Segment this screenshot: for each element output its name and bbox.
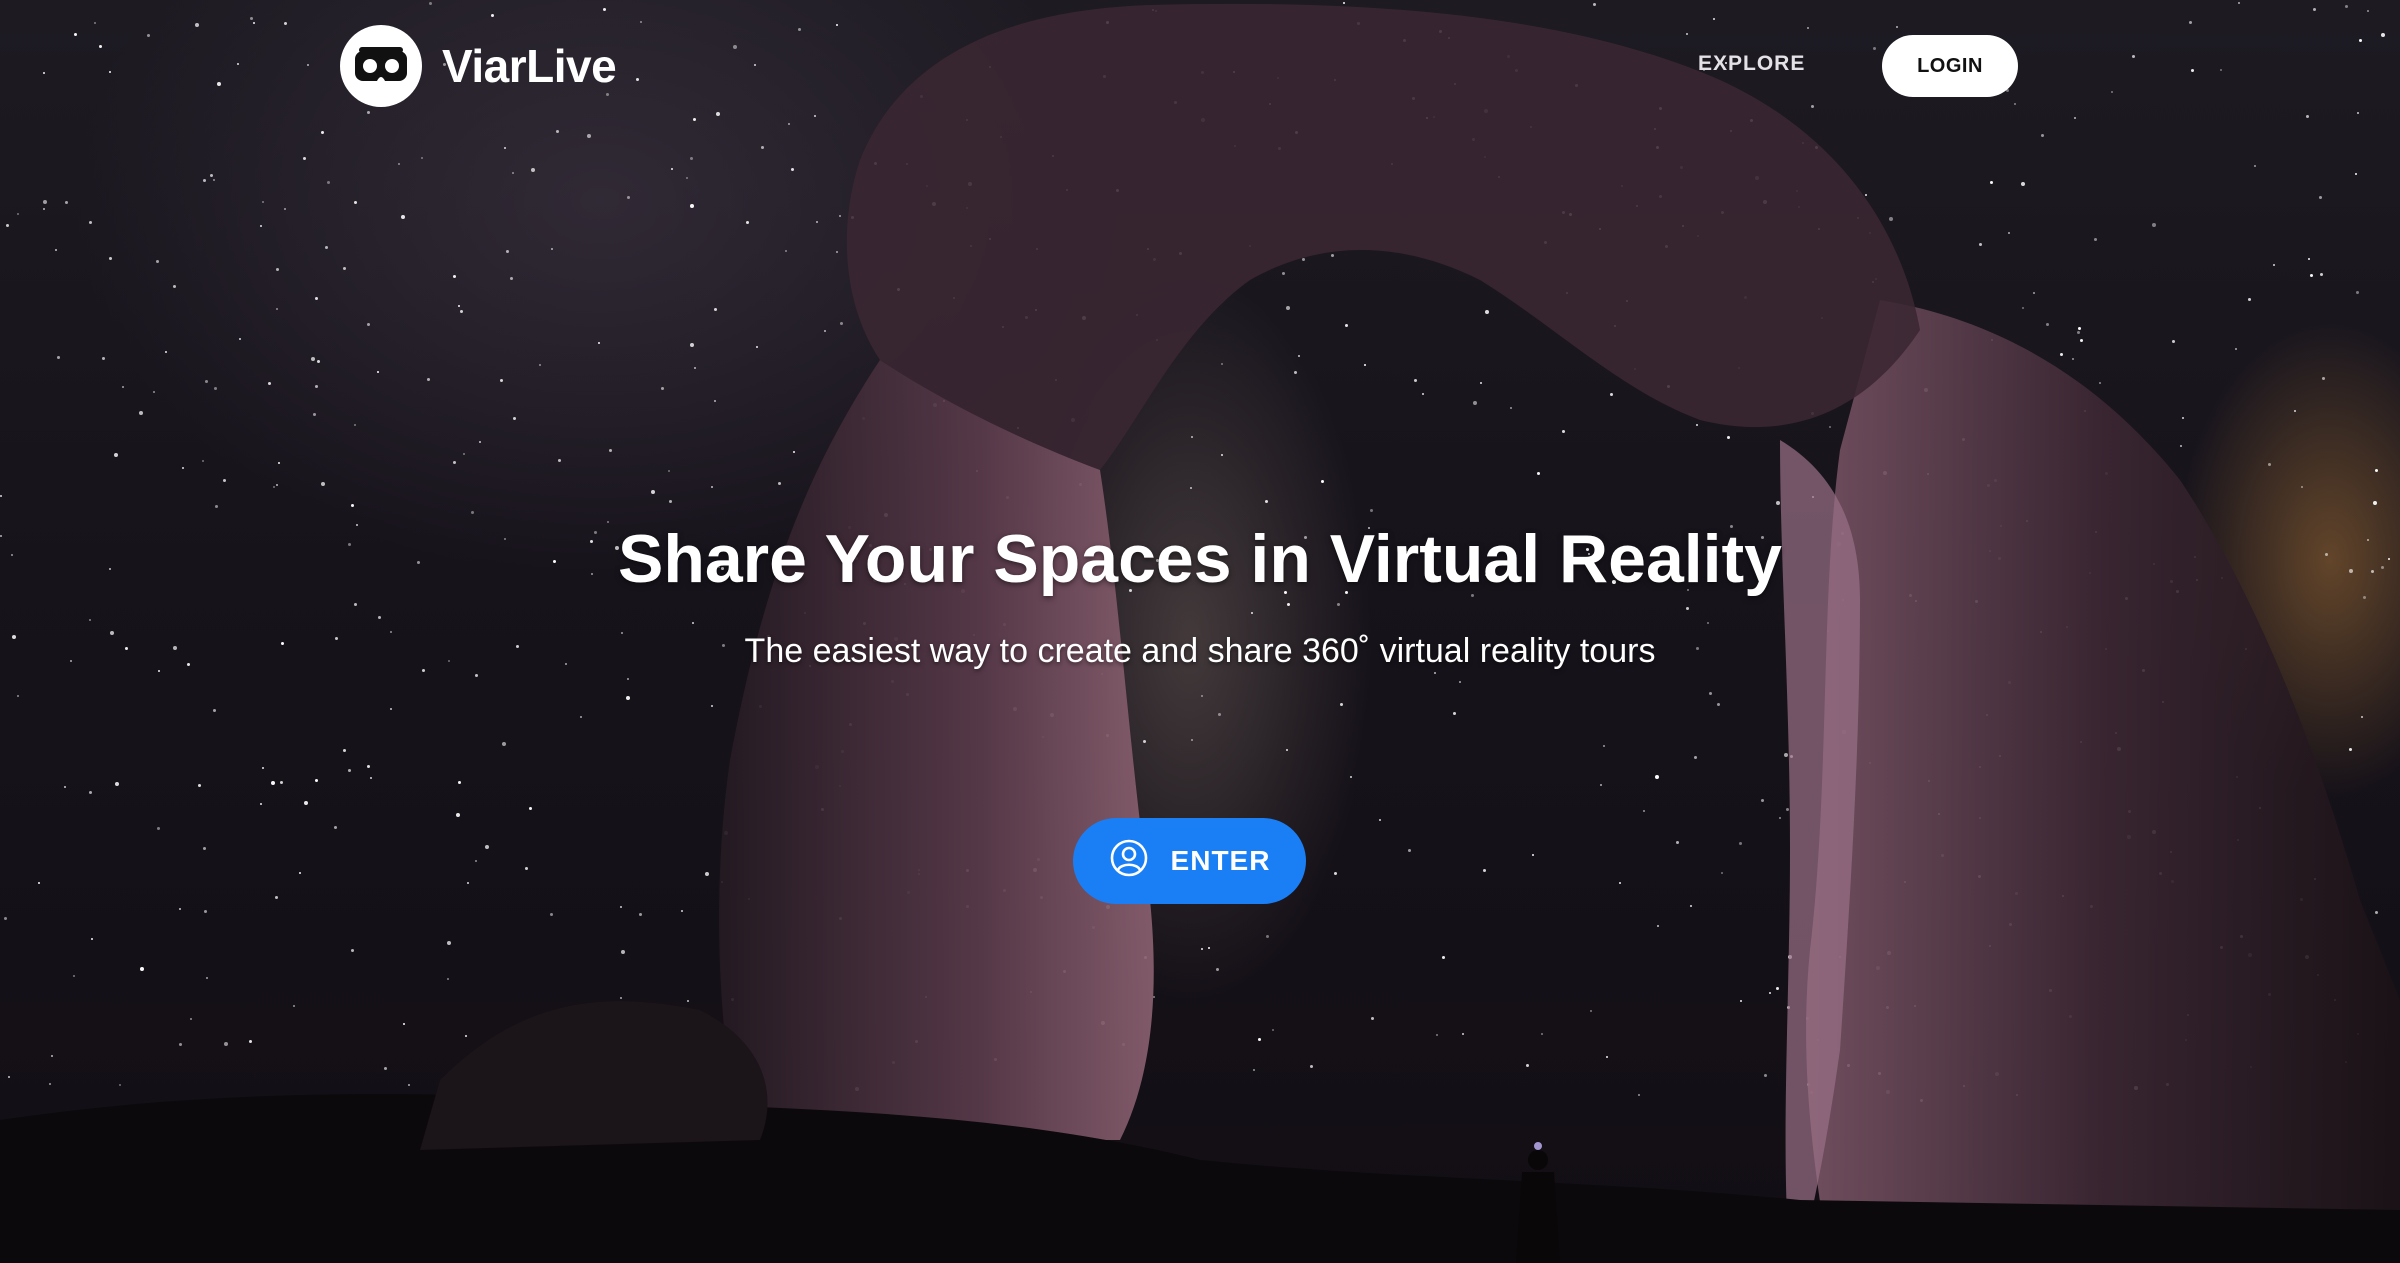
hero-subtitle: The easiest way to create and share 360˚… bbox=[744, 632, 1656, 670]
user-circle-icon bbox=[1109, 838, 1149, 885]
login-button[interactable]: LOGIN bbox=[1882, 35, 2018, 97]
brand-logo[interactable]: ViarLive bbox=[340, 25, 617, 107]
hero-title: Share Your Spaces in Virtual Reality bbox=[617, 521, 1783, 597]
enter-button-label: ENTER bbox=[1170, 845, 1271, 876]
nav-explore-link[interactable]: EXPLORE bbox=[1698, 52, 1805, 76]
enter-button[interactable]: ENTER bbox=[1073, 818, 1306, 904]
landing-page: ViarLive EXPLORE LOGIN Share Your Spaces… bbox=[0, 0, 2400, 1263]
vr-headset-icon bbox=[340, 25, 422, 107]
brand-name: ViarLive bbox=[442, 40, 617, 92]
